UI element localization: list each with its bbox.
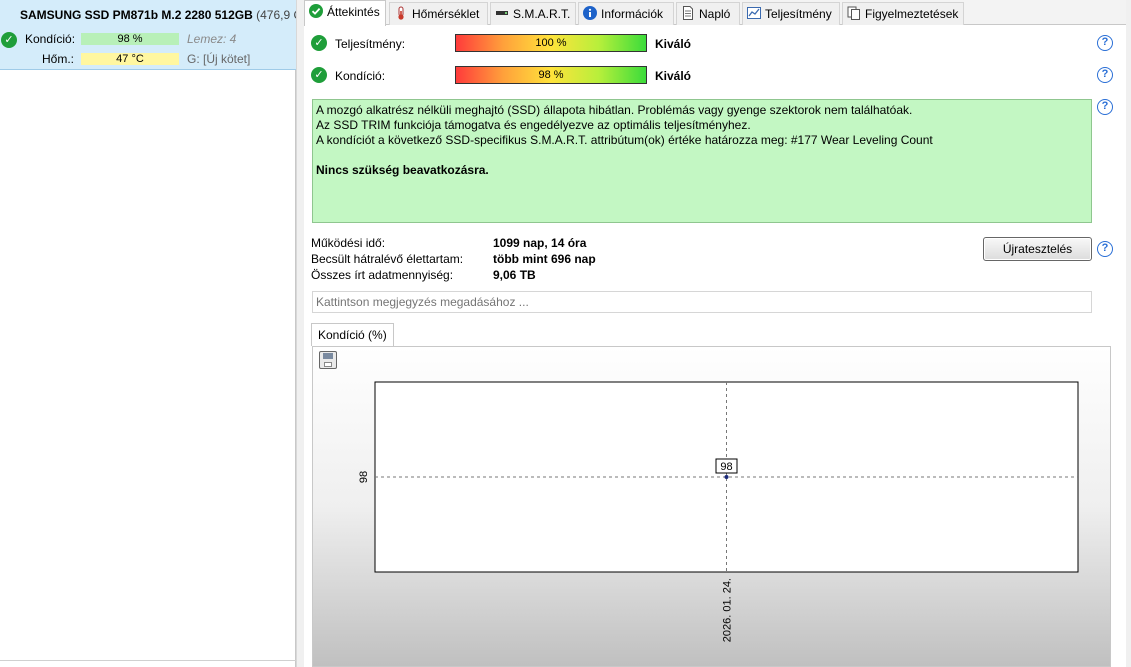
- retest-help-icon[interactable]: ?: [1097, 241, 1113, 257]
- status-spacer: [316, 148, 1088, 163]
- panel-divider: [0, 660, 296, 661]
- condition-value: 98 %: [538, 69, 564, 81]
- tab-temperature[interactable]: Hőmérséklet: [389, 2, 488, 25]
- data-label: 98: [720, 461, 732, 473]
- condition-ok-icon: ✓: [311, 67, 327, 83]
- condition-mini-bar: 98 %: [81, 33, 179, 45]
- lifetime-value: több mint 696 nap: [493, 252, 596, 266]
- tab-overview[interactable]: Áttekintés: [304, 0, 386, 26]
- check-icon: [309, 3, 323, 18]
- data-point: [724, 475, 729, 479]
- written-label: Összes írt adatmennyiség:: [311, 268, 454, 282]
- performance-value: 100 %: [535, 37, 567, 49]
- window-edge: [1126, 0, 1131, 667]
- app-window: SAMSUNG SSD PM871b M.2 2280 512GB (476,9…: [0, 0, 1131, 667]
- condition-chart: 98 2026. 01. 24. 98: [358, 381, 1079, 642]
- written-value: 9,06 TB: [493, 268, 536, 282]
- performance-bar: 100 %: [455, 34, 647, 52]
- tab-log[interactable]: Napló: [676, 2, 740, 25]
- performance-rating: Kiváló: [655, 37, 692, 51]
- tab-bar: Áttekintés Hőmérséklet S.M.A.R.T. Inform…: [304, 0, 1131, 26]
- status-line: A kondíciót a következő SSD-specifikus S…: [316, 133, 933, 147]
- condition-label: Kondíció:: [25, 32, 76, 46]
- status-message-box: A mozgó alkatrész nélküli meghajtó (SSD)…: [312, 99, 1092, 223]
- condition-help-icon[interactable]: ?: [1097, 67, 1113, 83]
- chart-icon: [747, 5, 761, 19]
- thermometer-icon: [394, 5, 408, 20]
- disk-name: SAMSUNG SSD PM871b M.2 2280 512GB: [20, 8, 253, 22]
- tab-condition-chart[interactable]: Kondíció (%): [311, 323, 394, 346]
- disk-size: (476,9 GB): [256, 8, 296, 22]
- splitter[interactable]: [296, 0, 304, 667]
- condition-rating: Kiváló: [655, 69, 692, 83]
- status-help-icon[interactable]: ?: [1097, 99, 1113, 115]
- ok-check-icon: ✓: [1, 32, 17, 48]
- disk-list-panel: SAMSUNG SSD PM871b M.2 2280 512GB (476,9…: [0, 0, 296, 667]
- uptime-value: 1099 nap, 14 óra: [493, 236, 587, 250]
- disk-list-item[interactable]: SAMSUNG SSD PM871b M.2 2280 512GB (476,9…: [0, 0, 296, 70]
- condition-bar: 98 %: [455, 66, 647, 84]
- details-panel: Áttekintés Hőmérséklet S.M.A.R.T. Inform…: [304, 0, 1131, 667]
- x-tick-label: 2026. 01. 24.: [722, 578, 734, 642]
- status-action: Nincs szükség beavatkozásra.: [316, 163, 489, 177]
- status-line: A mozgó alkatrész nélküli meghajtó (SSD)…: [316, 103, 913, 117]
- disk-number: Lemez: 4: [187, 32, 237, 46]
- info-icon: [583, 5, 597, 20]
- performance-label: Teljesítmény:: [335, 37, 406, 51]
- condition-label: Kondíció:: [335, 69, 386, 83]
- volume-label: G: [Új kötet]: [187, 52, 251, 66]
- performance-ok-icon: ✓: [311, 35, 327, 51]
- pages-icon: [847, 5, 861, 20]
- document-icon: [681, 5, 695, 20]
- y-tick-label: 98: [358, 471, 370, 483]
- temperature-label: Hőm.:: [42, 52, 75, 66]
- disk-title: SAMSUNG SSD PM871b M.2 2280 512GB (476,9…: [20, 8, 296, 22]
- chart-area: 98 2026. 01. 24. 98: [312, 346, 1111, 667]
- note-input[interactable]: [312, 291, 1092, 313]
- temperature-mini-bar: 47 °C: [81, 53, 179, 65]
- uptime-label: Működési idő:: [311, 236, 386, 250]
- lifetime-label: Becsült hátralévő élettartam:: [311, 252, 464, 266]
- tab-smart[interactable]: S.M.A.R.T.: [490, 2, 576, 25]
- tab-alerts[interactable]: Figyelmeztetések: [842, 2, 964, 25]
- drive-icon: [495, 5, 509, 19]
- tab-information[interactable]: Információk: [578, 2, 674, 25]
- performance-help-icon[interactable]: ?: [1097, 35, 1113, 51]
- tab-performance[interactable]: Teljesítmény: [742, 2, 840, 25]
- status-line: Az SSD TRIM funkciója támogatva és enged…: [316, 118, 751, 132]
- retest-button[interactable]: Újratesztelés: [983, 237, 1092, 261]
